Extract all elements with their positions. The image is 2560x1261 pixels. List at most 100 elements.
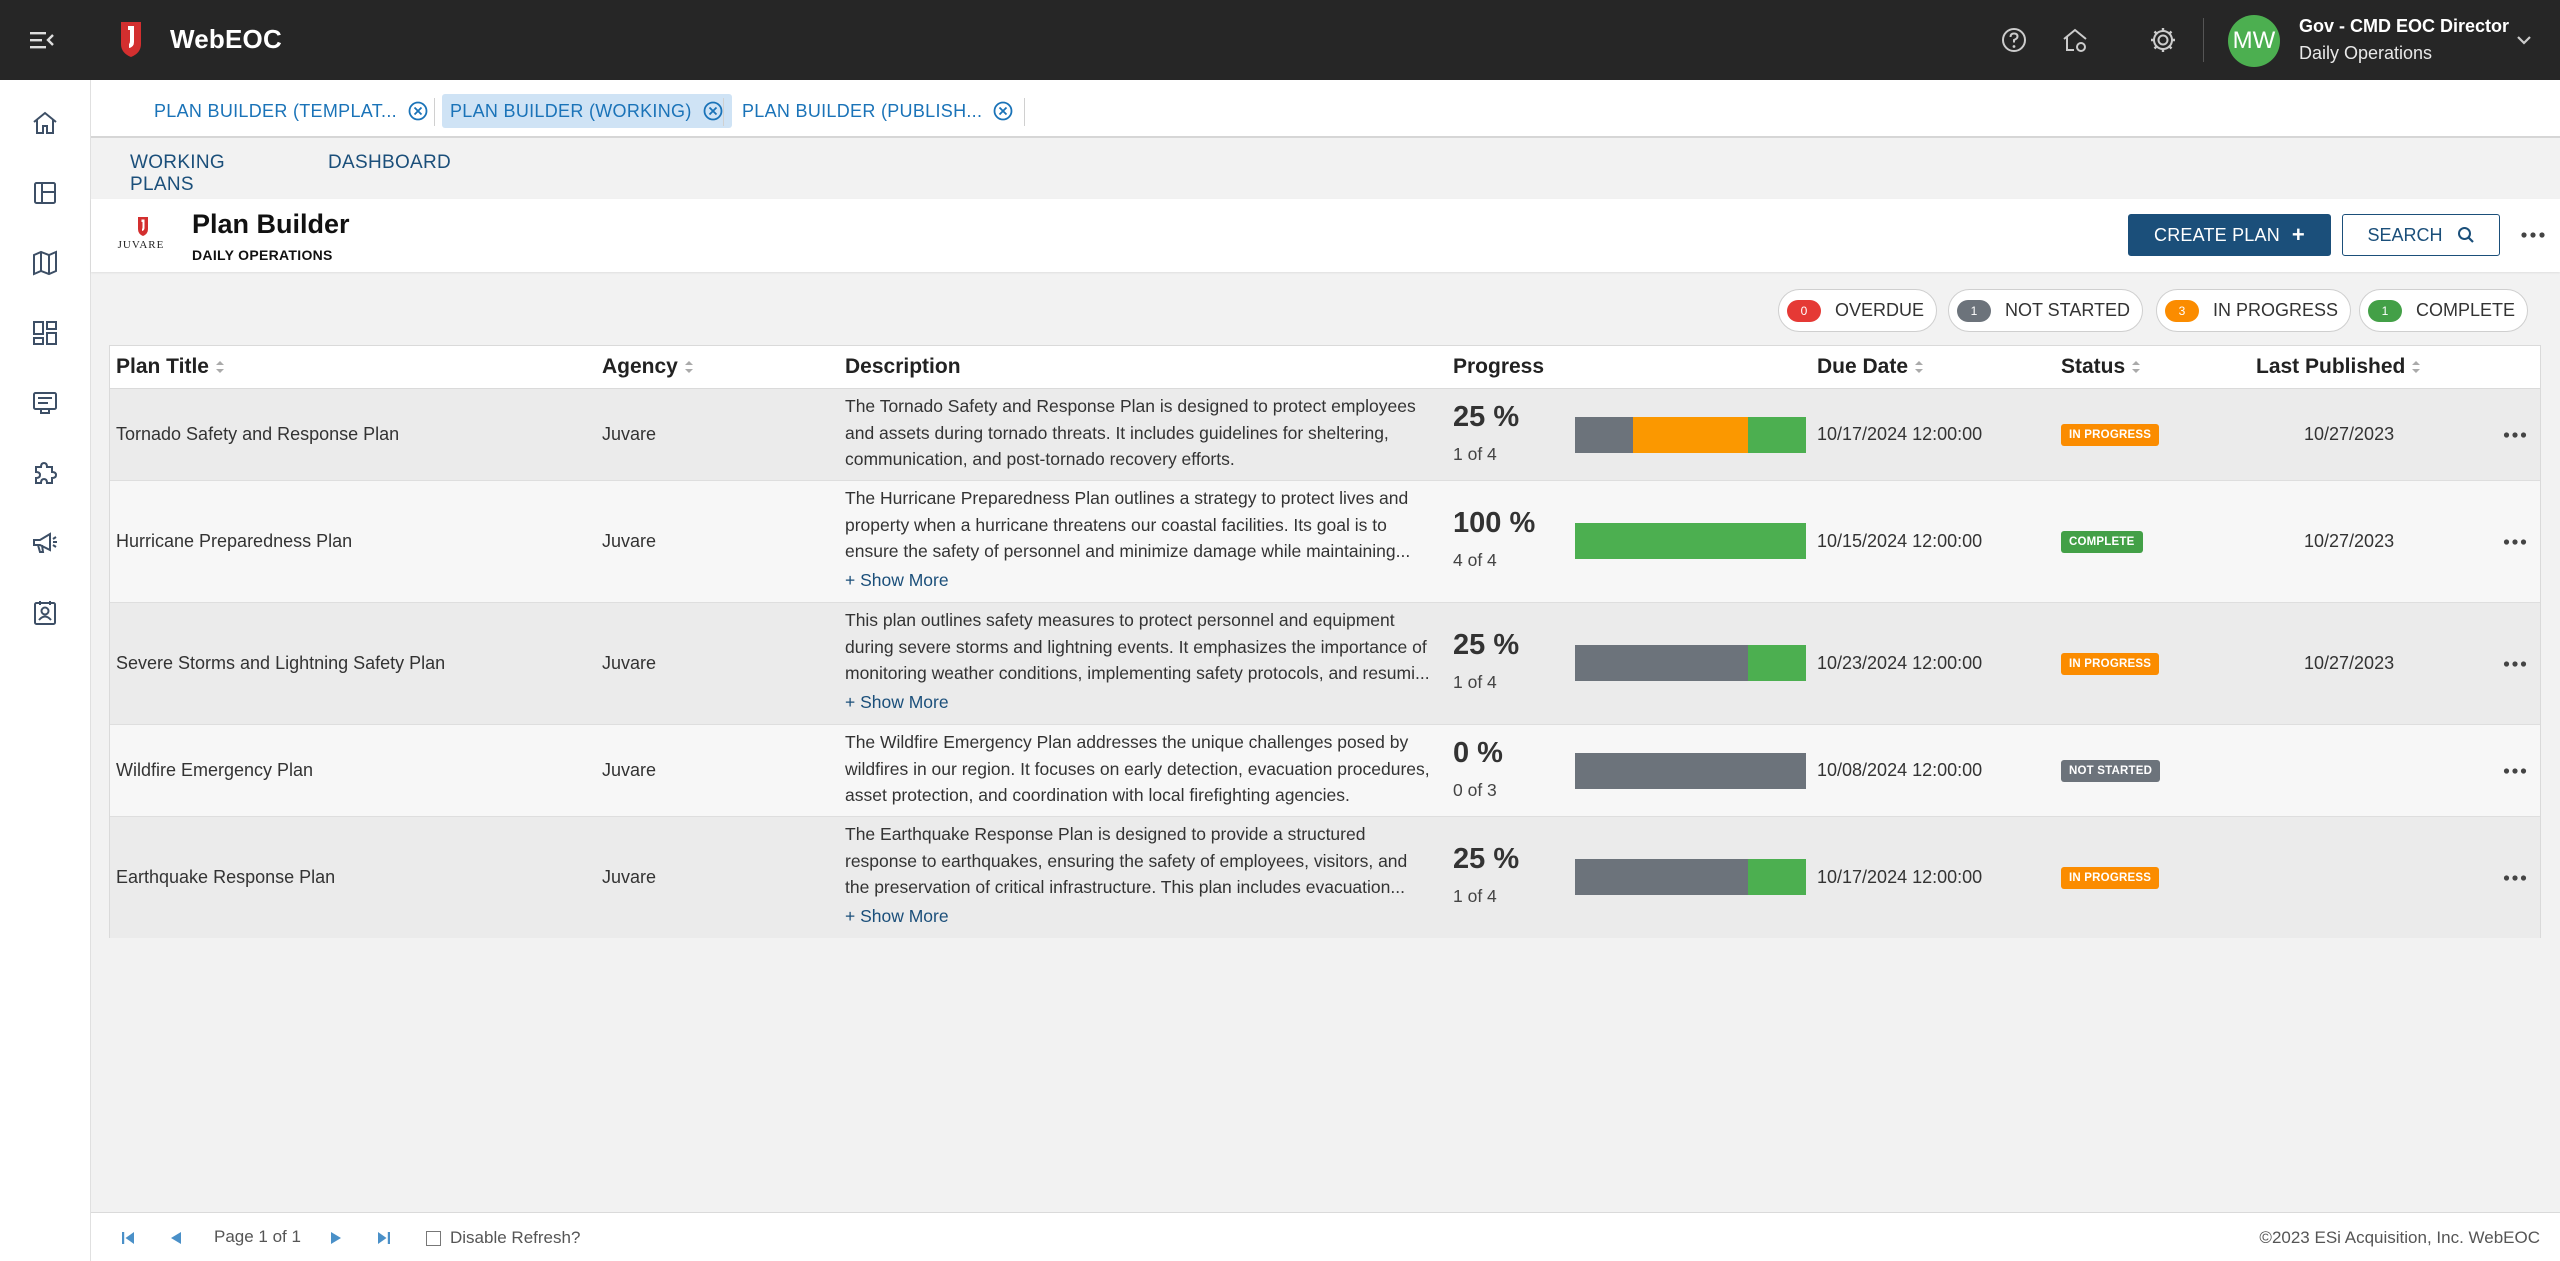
progress-bar [1575, 417, 1806, 453]
row-more-options-icon[interactable] [2502, 427, 2528, 443]
last-published: 10/27/2023 [2304, 531, 2395, 551]
menu-collapse-icon[interactable] [28, 26, 56, 54]
status-badge: IN PROGRESS [2061, 867, 2160, 889]
filter-chip-overdue[interactable]: 0 OVERDUE [1778, 289, 1938, 332]
row-more-options-icon[interactable] [2502, 656, 2528, 672]
close-circle-icon[interactable] [407, 100, 429, 122]
sort-icon[interactable] [1914, 359, 1924, 375]
row-more-options-icon[interactable] [2502, 534, 2528, 550]
chip-label: IN PROGRESS [2213, 300, 2339, 320]
webeoc-logo-icon [121, 22, 141, 57]
progress-percent: 100 % [1453, 507, 1536, 539]
progress-segment-complete [1748, 417, 1806, 453]
create-plan-label: CREATE PLAN [2154, 224, 2280, 245]
plan-agency: Juvare [602, 760, 657, 780]
next-page-icon[interactable] [326, 1229, 346, 1247]
filter-chip-complete[interactable]: 1 COMPLETE [2359, 289, 2529, 332]
progress-segment-not-started [1575, 753, 1806, 789]
progress-fraction: 1 of 4 [1453, 886, 1497, 906]
tab-dashboard[interactable]: DASHBOARD [328, 152, 451, 188]
chip-count: 0 [1787, 299, 1821, 322]
plan-title[interactable]: Earthquake Response Plan [116, 867, 335, 888]
boards-icon[interactable] [30, 388, 60, 418]
previous-page-icon[interactable] [166, 1229, 186, 1247]
row-more-options-icon[interactable] [2502, 870, 2528, 886]
user-name[interactable]: Gov - CMD EOC Director [2299, 16, 2509, 37]
close-circle-icon[interactable] [702, 100, 724, 122]
page-subtitle: DAILY OPERATIONS [192, 247, 333, 263]
dashboard-icon[interactable] [30, 318, 60, 348]
column-header-agency[interactable]: Agency [602, 355, 694, 379]
board-tab-working[interactable]: PLAN BUILDER (WORKING) [442, 94, 732, 128]
table-row[interactable]: Hurricane Preparedness Plan Juvare The H… [110, 481, 2540, 603]
create-plan-button[interactable]: CREATE PLAN + [2128, 214, 2331, 256]
filter-chip-not-started[interactable]: 1 NOT STARTED [1948, 289, 2144, 332]
table-header: Plan Title Agency Description Progress D… [110, 346, 2540, 389]
home-settings-icon[interactable] [2059, 24, 2091, 56]
filter-chip-in-progress[interactable]: 3 IN PROGRESS [2156, 289, 2352, 332]
column-header-status[interactable]: Status [2061, 355, 2141, 379]
chip-count: 1 [1957, 299, 1991, 322]
sort-icon[interactable] [684, 359, 694, 375]
search-icon [2457, 227, 2474, 243]
plan-title[interactable]: Hurricane Preparedness Plan [116, 531, 352, 552]
progress-segment-not-started [1575, 645, 1749, 681]
chip-count: 1 [2368, 299, 2402, 322]
first-page-icon[interactable] [118, 1229, 138, 1247]
plan-title[interactable]: Wildfire Emergency Plan [116, 760, 313, 781]
disable-refresh-label[interactable]: Disable Refresh? [450, 1228, 580, 1248]
progress-segment-not-started [1575, 417, 1633, 453]
pagination-footer: Page 1 of 1 Disable Refresh? ©2023 ESi A… [91, 1212, 2560, 1261]
progress-percent: 0 % [1453, 737, 1503, 769]
home-icon[interactable] [30, 108, 60, 138]
sort-icon[interactable] [2131, 359, 2141, 375]
layout-icon[interactable] [30, 178, 60, 208]
progress-segment-complete [1748, 859, 1806, 895]
show-more-link[interactable]: + Show More [845, 903, 949, 930]
sort-icon[interactable] [2411, 359, 2421, 375]
plugins-icon[interactable] [30, 458, 60, 488]
progress-percent: 25 % [1453, 401, 1520, 433]
map-icon[interactable] [30, 248, 60, 278]
chevron-down-icon[interactable] [2514, 32, 2534, 48]
board-tab-label: PLAN BUILDER (PUBLISH... [742, 100, 983, 121]
gear-icon[interactable] [2147, 24, 2179, 56]
table-row[interactable]: Wildfire Emergency Plan Juvare The Wildf… [110, 725, 2540, 817]
user-position[interactable]: Daily Operations [2299, 43, 2432, 64]
close-circle-icon[interactable] [992, 100, 1014, 122]
column-header-progress: Progress [1453, 355, 1545, 378]
help-icon[interactable] [1998, 24, 2030, 56]
search-button[interactable]: SEARCH [2342, 214, 2500, 256]
left-nav [0, 80, 91, 1261]
contacts-icon[interactable] [30, 598, 60, 628]
announcements-icon[interactable] [30, 528, 60, 558]
board-tab-template[interactable]: PLAN BUILDER (TEMPLAT... [146, 94, 437, 128]
topbar-divider [2203, 18, 2204, 62]
plan-title[interactable]: Tornado Safety and Response Plan [116, 424, 399, 445]
column-header-last-published[interactable]: Last Published [2256, 355, 2421, 379]
table-row[interactable]: Tornado Safety and Response Plan Juvare … [110, 389, 2540, 481]
avatar[interactable]: MW [2228, 15, 2280, 67]
plan-title[interactable]: Severe Storms and Lightning Safety Plan [116, 653, 445, 674]
table-row[interactable]: Earthquake Response Plan Juvare The Eart… [110, 817, 2540, 938]
column-header-due-date[interactable]: Due Date [1817, 355, 1924, 379]
chip-label: OVERDUE [1835, 300, 1925, 320]
plan-description: This plan outlines safety measures to pr… [845, 607, 1435, 715]
sort-icon[interactable] [215, 359, 225, 375]
plan-agency: Juvare [602, 531, 657, 551]
plan-agency: Juvare [602, 424, 657, 444]
board-tab-published[interactable]: PLAN BUILDER (PUBLISH... [734, 94, 1022, 128]
column-header-plan-title[interactable]: Plan Title [116, 355, 225, 379]
row-more-options-icon[interactable] [2502, 763, 2528, 779]
more-options-icon[interactable] [2519, 226, 2547, 244]
table-row[interactable]: Severe Storms and Lightning Safety Plan … [110, 603, 2540, 725]
disable-refresh-checkbox[interactable] [426, 1231, 441, 1246]
show-more-link[interactable]: + Show More [845, 567, 949, 594]
due-date: 10/17/2024 12:00:00 [1817, 867, 1983, 887]
description-text: The Tornado Safety and Response Plan is … [845, 396, 1416, 469]
show-more-link[interactable]: + Show More [845, 689, 949, 716]
column-header-description: Description [845, 355, 961, 378]
progress-fraction: 1 of 4 [1453, 672, 1497, 692]
plan-description: The Wildfire Emergency Plan addresses th… [845, 729, 1435, 809]
last-page-icon[interactable] [374, 1229, 394, 1247]
